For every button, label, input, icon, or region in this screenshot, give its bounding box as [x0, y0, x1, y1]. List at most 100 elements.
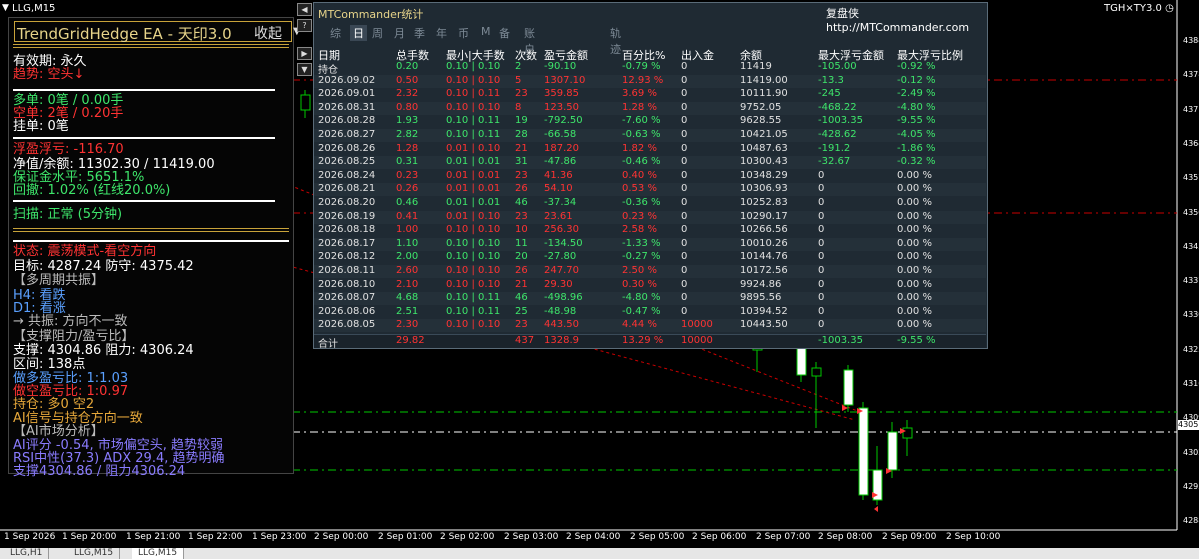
- stats-tab[interactable]: 备: [499, 25, 510, 41]
- table-cell: 2.51: [396, 305, 419, 317]
- table-row[interactable]: 2026.08.05 2.30 0.10 | 0.10 23 443.50 4.44 % 1…: [314, 319, 986, 333]
- total-cell: -9.55 %: [897, 335, 936, 346]
- table-row[interactable]: 2026.08.25 0.31 0.01 | 0.01 31 -47.86 -0.46 %…: [314, 156, 986, 170]
- table-cell: 28: [515, 129, 528, 140]
- ea-line: 浮盈浮亏: -116.70: [13, 142, 124, 157]
- table-row[interactable]: 2026.08.06 2.51 0.10 | 0.11 25 -48.98 -0.47 %…: [314, 306, 986, 319]
- ea-panel-header: TrendGridHedge EA - 天印3.0 收起 ▼: [14, 21, 301, 43]
- table-cell: 0.01 | 0.01: [446, 169, 501, 181]
- brand-link[interactable]: 复盘侠 http://MTCommander.com: [826, 5, 987, 34]
- candle-body: [858, 407, 869, 496]
- table-cell: -428.62: [818, 129, 857, 140]
- table-cell: 0.01 | 0.10: [446, 142, 501, 154]
- table-row[interactable]: 2026.08.24 0.23 0.01 | 0.01 23 41.36 0.40 % 0 1…: [314, 170, 986, 183]
- table-cell: 0.10 | 0.10: [446, 278, 501, 290]
- table-cell: 9895.56: [740, 292, 782, 304]
- table-cell: 2026.09.01: [318, 88, 376, 100]
- stats-tab[interactable]: 年: [436, 25, 447, 41]
- table-cell: 2.82: [396, 129, 419, 140]
- stats-tab[interactable]: 日: [350, 25, 367, 41]
- table-row[interactable]: 2026.09.01 2.32 0.10 | 0.11 23 359.85 3.69 % 0…: [314, 88, 986, 101]
- stats-tab[interactable]: 币: [458, 25, 469, 41]
- table-row[interactable]: 2026.09.02 0.50 0.10 | 0.10 5 1307.10 12.93 %…: [314, 74, 986, 88]
- table-cell: 0.00 %: [897, 224, 932, 236]
- candle-body: [843, 369, 854, 406]
- table-cell: 187.20: [544, 142, 579, 154]
- table-row[interactable]: 持仓 0.20 0.10 | 0.10 2 -90.10 -0.79 % 0 11419 -10…: [314, 61, 986, 76]
- indicator-label: TGH×TY3.0 ◷: [1104, 3, 1174, 14]
- ea-line: 支撑: 4304.86 阻力: 4306.24: [13, 343, 194, 358]
- table-cell: -245: [818, 88, 841, 100]
- table-row[interactable]: 2026.08.27 2.82 0.10 | 0.11 28 -66.58 -0.63 %…: [314, 129, 986, 142]
- price-tick: 4309: [1183, 413, 1199, 423]
- side-button-help[interactable]: ?: [297, 19, 312, 32]
- table-cell: 0: [818, 169, 825, 181]
- ea-line: 目标: 4287.24 防守: 4375.42: [13, 259, 194, 274]
- table-row[interactable]: 2026.08.07 4.68 0.10 | 0.11 46 -498.96 -4.80 …: [314, 292, 986, 306]
- table-row[interactable]: 2026.08.18 1.00 0.10 | 0.10 10 256.30 2.58 % 0…: [314, 224, 986, 237]
- time-tick: 2 Sep 06:00: [692, 532, 747, 542]
- table-cell: 0.01 | 0.01: [446, 156, 501, 168]
- table-row[interactable]: 2026.08.21 0.26 0.01 | 0.01 26 54.10 0.53 % 0 1…: [314, 183, 986, 197]
- side-button-left[interactable]: ◀: [297, 3, 312, 16]
- table-cell: 443.50: [544, 319, 579, 331]
- table-cell: 0.00 %: [897, 319, 932, 331]
- table-cell: 10000: [681, 319, 713, 331]
- table-cell: -191.2: [818, 142, 851, 154]
- table-row[interactable]: 2026.08.28 1.93 0.10 | 0.11 19 -792.50 -7.60 …: [314, 115, 986, 128]
- table-row[interactable]: 2026.08.31 0.80 0.10 | 0.10 8 123.50 1.28 % 0 9…: [314, 101, 986, 115]
- table-cell: 2026.08.25: [318, 156, 376, 168]
- table-cell: 0.00 %: [897, 265, 932, 276]
- table-row[interactable]: 2026.08.19 0.41 0.01 | 0.10 23 23.61 0.23 % 0 1…: [314, 210, 986, 224]
- table-cell: 0: [681, 237, 688, 249]
- table-cell: -7.60 %: [622, 115, 661, 127]
- stats-tab[interactable]: 综: [330, 25, 341, 41]
- table-row[interactable]: 2026.08.26 1.28 0.01 | 0.10 21 187.20 1.82 % 0…: [314, 143, 986, 156]
- chart-tab[interactable]: LLG,M15: [132, 548, 185, 559]
- side-button-right[interactable]: ▶: [297, 47, 312, 60]
- table-cell: 0.10 | 0.11: [446, 88, 501, 100]
- table-cell: 0: [818, 183, 825, 195]
- price-tick: 4357: [1183, 173, 1199, 183]
- table-cell: 2.32: [396, 88, 419, 100]
- collapse-button[interactable]: 收起: [254, 23, 282, 43]
- side-button-down[interactable]: ▼: [297, 63, 312, 76]
- stats-title: MTCommander统计: [318, 8, 424, 21]
- chart-tab[interactable]: LLG,M15: [68, 548, 121, 559]
- stats-tab[interactable]: 周: [372, 25, 383, 41]
- chart-menu-icon[interactable]: ▼: [2, 3, 9, 13]
- table-cell: 2026.08.20: [318, 197, 376, 208]
- candle-body: [887, 431, 898, 471]
- time-tick: 2 Sep 07:00: [756, 532, 811, 542]
- table-row[interactable]: 2026.08.17 1.10 0.10 | 0.10 11 -134.50 -1.33 …: [314, 237, 986, 251]
- table-cell: 2.30: [396, 319, 419, 331]
- stats-tab[interactable]: 季: [414, 25, 425, 41]
- stats-tab[interactable]: 月: [394, 25, 405, 41]
- table-cell: 1307.10: [544, 74, 586, 86]
- time-tick: 1 Sep 2026: [4, 532, 56, 542]
- table-row[interactable]: 2026.08.12 2.00 0.10 | 0.10 20 -27.80 -0.27 %…: [314, 251, 986, 264]
- table-cell: 21: [515, 278, 528, 290]
- table-cell: -498.96: [544, 292, 583, 304]
- table-cell: 0: [681, 210, 688, 222]
- table-cell: 0.31: [396, 156, 419, 168]
- clock-icon: ◷: [1165, 3, 1174, 14]
- table-cell: 0: [681, 292, 688, 304]
- price-tick: 4302: [1183, 447, 1199, 457]
- table-cell: 10394.52: [740, 305, 788, 317]
- table-cell: 0: [681, 278, 688, 290]
- table-cell: -468.22: [818, 101, 857, 113]
- table-cell: 3.69 %: [622, 88, 657, 100]
- stats-tab[interactable]: M: [481, 25, 491, 38]
- ea-line: 回撤: 1.02% (红线20.0%): [13, 183, 171, 198]
- table-cell: -792.50: [544, 115, 583, 127]
- table-row[interactable]: 2026.08.10 2.10 0.10 | 0.10 21 29.30 0.30 % 0 9…: [314, 279, 986, 292]
- table-cell: 0.26: [396, 183, 419, 195]
- table-row[interactable]: 2026.08.11 2.60 0.10 | 0.10 26 247.70 2.50 % 0…: [314, 265, 986, 278]
- chart-tabs: LLG,H1 LLG,M15 LLG,M15: [0, 548, 1199, 559]
- table-cell: 0: [818, 210, 825, 222]
- chart-tab[interactable]: LLG,H1: [4, 548, 50, 559]
- table-row[interactable]: 2026.08.20 0.46 0.01 | 0.01 46 -37.34 -0.36 %…: [314, 197, 986, 210]
- candle-body: [796, 344, 807, 376]
- table-cell: 10252.83: [740, 197, 788, 208]
